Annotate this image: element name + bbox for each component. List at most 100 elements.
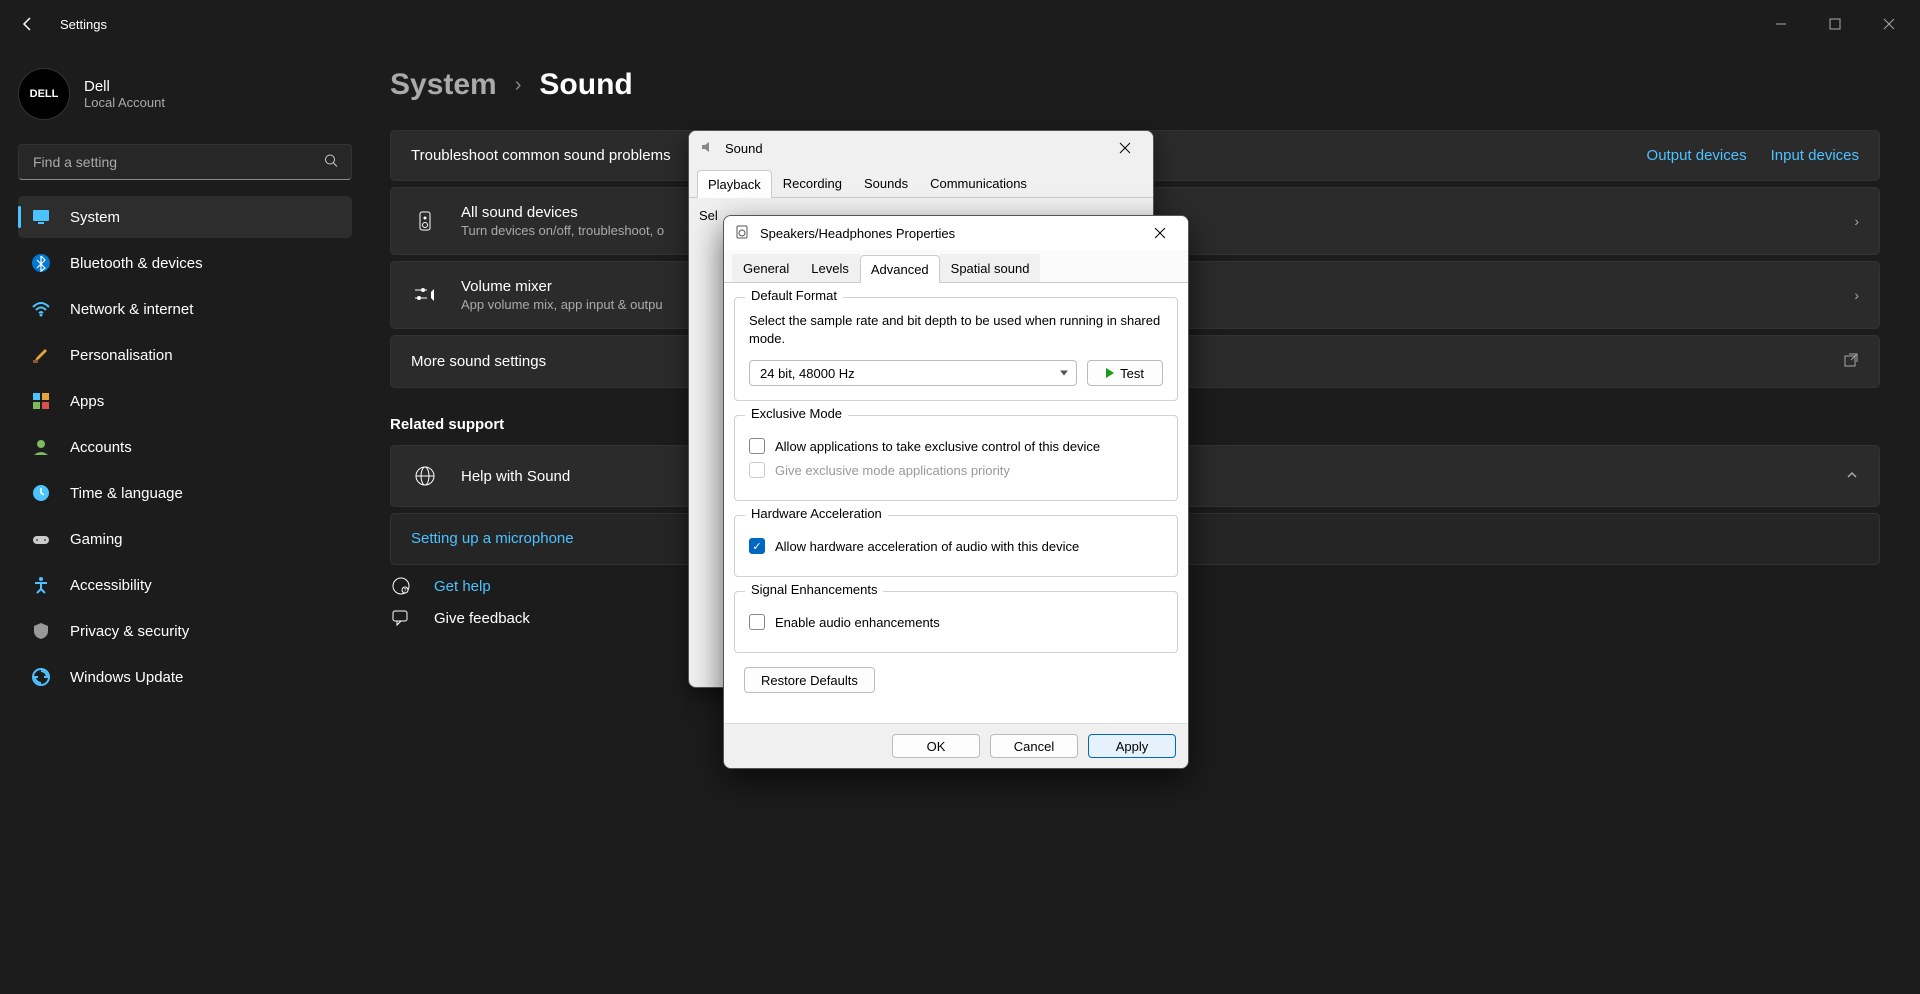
dialog-buttons: OK Cancel Apply <box>724 723 1188 768</box>
group-label: Default Format <box>745 288 843 303</box>
properties-dialog: Speakers/Headphones Properties GeneralLe… <box>723 215 1189 769</box>
chevron-right-icon: › <box>1854 287 1859 303</box>
tab-communications[interactable]: Communications <box>919 169 1038 197</box>
tab-body: Default Format Select the sample rate an… <box>724 283 1188 723</box>
exclusive-control-row[interactable]: Allow applications to take exclusive con… <box>749 438 1163 454</box>
get-help-link[interactable]: Get help <box>434 578 491 595</box>
chevron-right-icon: › <box>1854 213 1859 229</box>
sidebar: DELL Dell Local Account System Bluetooth … <box>0 48 370 994</box>
sidebar-item-privacy-security[interactable]: Privacy & security <box>18 610 352 652</box>
signal-enhancements-group: Signal Enhancements Enable audio enhance… <box>734 591 1178 653</box>
sidebar-item-gaming[interactable]: Gaming <box>18 518 352 560</box>
minimize-button[interactable] <box>1758 4 1804 44</box>
sidebar-item-accounts[interactable]: Accounts <box>18 426 352 468</box>
output-devices-link[interactable]: Output devices <box>1647 147 1747 164</box>
tab-playback[interactable]: Playback <box>697 170 772 198</box>
brush-icon <box>30 344 52 366</box>
gamepad-icon <box>30 528 52 550</box>
breadcrumb-parent[interactable]: System <box>390 68 497 102</box>
group-desc: Select the sample rate and bit depth to … <box>749 312 1163 348</box>
sidebar-item-apps[interactable]: Apps <box>18 380 352 422</box>
profile-name: Dell <box>84 78 165 95</box>
input-devices-link[interactable]: Input devices <box>1771 147 1859 164</box>
close-button[interactable] <box>1107 134 1143 162</box>
dialog-title: Speakers/Headphones Properties <box>760 226 955 241</box>
checkbox-label: Give exclusive mode applications priorit… <box>775 463 1010 478</box>
feedback-icon <box>390 607 412 629</box>
maximize-button[interactable] <box>1812 4 1858 44</box>
enable-enhancements-row[interactable]: Enable audio enhancements <box>749 614 1163 630</box>
accessibility-icon <box>30 574 52 596</box>
back-button[interactable] <box>8 4 48 44</box>
feedback-link[interactable]: Give feedback <box>434 610 530 627</box>
checkbox-label: Enable audio enhancements <box>775 615 940 630</box>
sidebar-item-windows-update[interactable]: Windows Update <box>18 656 352 698</box>
titlebar: Settings <box>0 0 1920 48</box>
nav-label: System <box>70 209 120 226</box>
avatar: DELL <box>18 68 70 120</box>
wifi-icon <box>30 298 52 320</box>
setup-mic-link[interactable]: Setting up a microphone <box>411 530 574 547</box>
tab-general[interactable]: General <box>732 254 800 282</box>
nav-label: Accessibility <box>70 577 152 594</box>
sidebar-item-bluetooth-devices[interactable]: Bluetooth & devices <box>18 242 352 284</box>
format-value: 24 bit, 48000 Hz <box>760 366 855 381</box>
tab-levels[interactable]: Levels <box>800 254 860 282</box>
nav-label: Gaming <box>70 531 123 548</box>
search-input[interactable] <box>18 144 352 180</box>
app-title: Settings <box>60 17 107 32</box>
test-button[interactable]: Test <box>1087 360 1163 386</box>
breadcrumb: System › Sound <box>390 68 1880 102</box>
clock-icon <box>30 482 52 504</box>
apply-button[interactable]: Apply <box>1088 734 1176 758</box>
hw-accel-row[interactable]: ✓ Allow hardware acceleration of audio w… <box>749 538 1163 554</box>
format-dropdown[interactable]: 24 bit, 48000 Hz <box>749 360 1077 386</box>
profile-block[interactable]: DELL Dell Local Account <box>18 68 352 120</box>
sidebar-item-personalisation[interactable]: Personalisation <box>18 334 352 376</box>
speaker-icon <box>734 224 752 242</box>
group-label: Exclusive Mode <box>745 406 848 421</box>
group-label: Signal Enhancements <box>745 582 883 597</box>
apps-icon <box>30 390 52 412</box>
test-label: Test <box>1120 366 1144 381</box>
hardware-accel-group: Hardware Acceleration ✓ Allow hardware a… <box>734 515 1178 577</box>
checkbox-label: Allow hardware acceleration of audio wit… <box>775 539 1079 554</box>
tab-strip: PlaybackRecordingSoundsCommunications <box>689 165 1153 198</box>
nav-label: Time & language <box>70 485 183 502</box>
nav-label: Windows Update <box>70 669 183 686</box>
tab-sounds[interactable]: Sounds <box>853 169 919 197</box>
sidebar-item-system[interactable]: System <box>18 196 352 238</box>
help-icon: ? <box>390 575 412 597</box>
restore-defaults-button[interactable]: Restore Defaults <box>744 667 875 693</box>
tab-spatial-sound[interactable]: Spatial sound <box>940 254 1041 282</box>
mixer-icon <box>411 281 439 309</box>
ok-button[interactable]: OK <box>892 734 980 758</box>
nav-label: Network & internet <box>70 301 193 318</box>
checkbox <box>749 462 765 478</box>
dialog-titlebar[interactable]: Speakers/Headphones Properties <box>724 216 1188 250</box>
chevron-right-icon: › <box>515 74 522 97</box>
checkbox[interactable] <box>749 614 765 630</box>
shield-icon <box>30 620 52 642</box>
sidebar-item-network-internet[interactable]: Network & internet <box>18 288 352 330</box>
profile-sub: Local Account <box>84 95 165 110</box>
checkbox-label: Allow applications to take exclusive con… <box>775 439 1100 454</box>
play-icon <box>1106 368 1114 378</box>
globe-icon <box>411 462 439 490</box>
tab-recording[interactable]: Recording <box>772 169 853 197</box>
update-icon <box>30 666 52 688</box>
close-button[interactable] <box>1866 4 1912 44</box>
nav-label: Bluetooth & devices <box>70 255 203 272</box>
close-button[interactable] <box>1142 219 1178 247</box>
group-label: Hardware Acceleration <box>745 506 888 521</box>
checkbox[interactable]: ✓ <box>749 538 765 554</box>
cancel-button[interactable]: Cancel <box>990 734 1078 758</box>
dialog-titlebar[interactable]: Sound <box>689 131 1153 165</box>
dialog-title: Sound <box>725 141 763 156</box>
tab-advanced[interactable]: Advanced <box>860 255 940 283</box>
tab-strip: GeneralLevelsAdvancedSpatial sound <box>724 250 1188 283</box>
sidebar-item-accessibility[interactable]: Accessibility <box>18 564 352 606</box>
nav-label: Privacy & security <box>70 623 189 640</box>
sidebar-item-time-language[interactable]: Time & language <box>18 472 352 514</box>
checkbox[interactable] <box>749 438 765 454</box>
